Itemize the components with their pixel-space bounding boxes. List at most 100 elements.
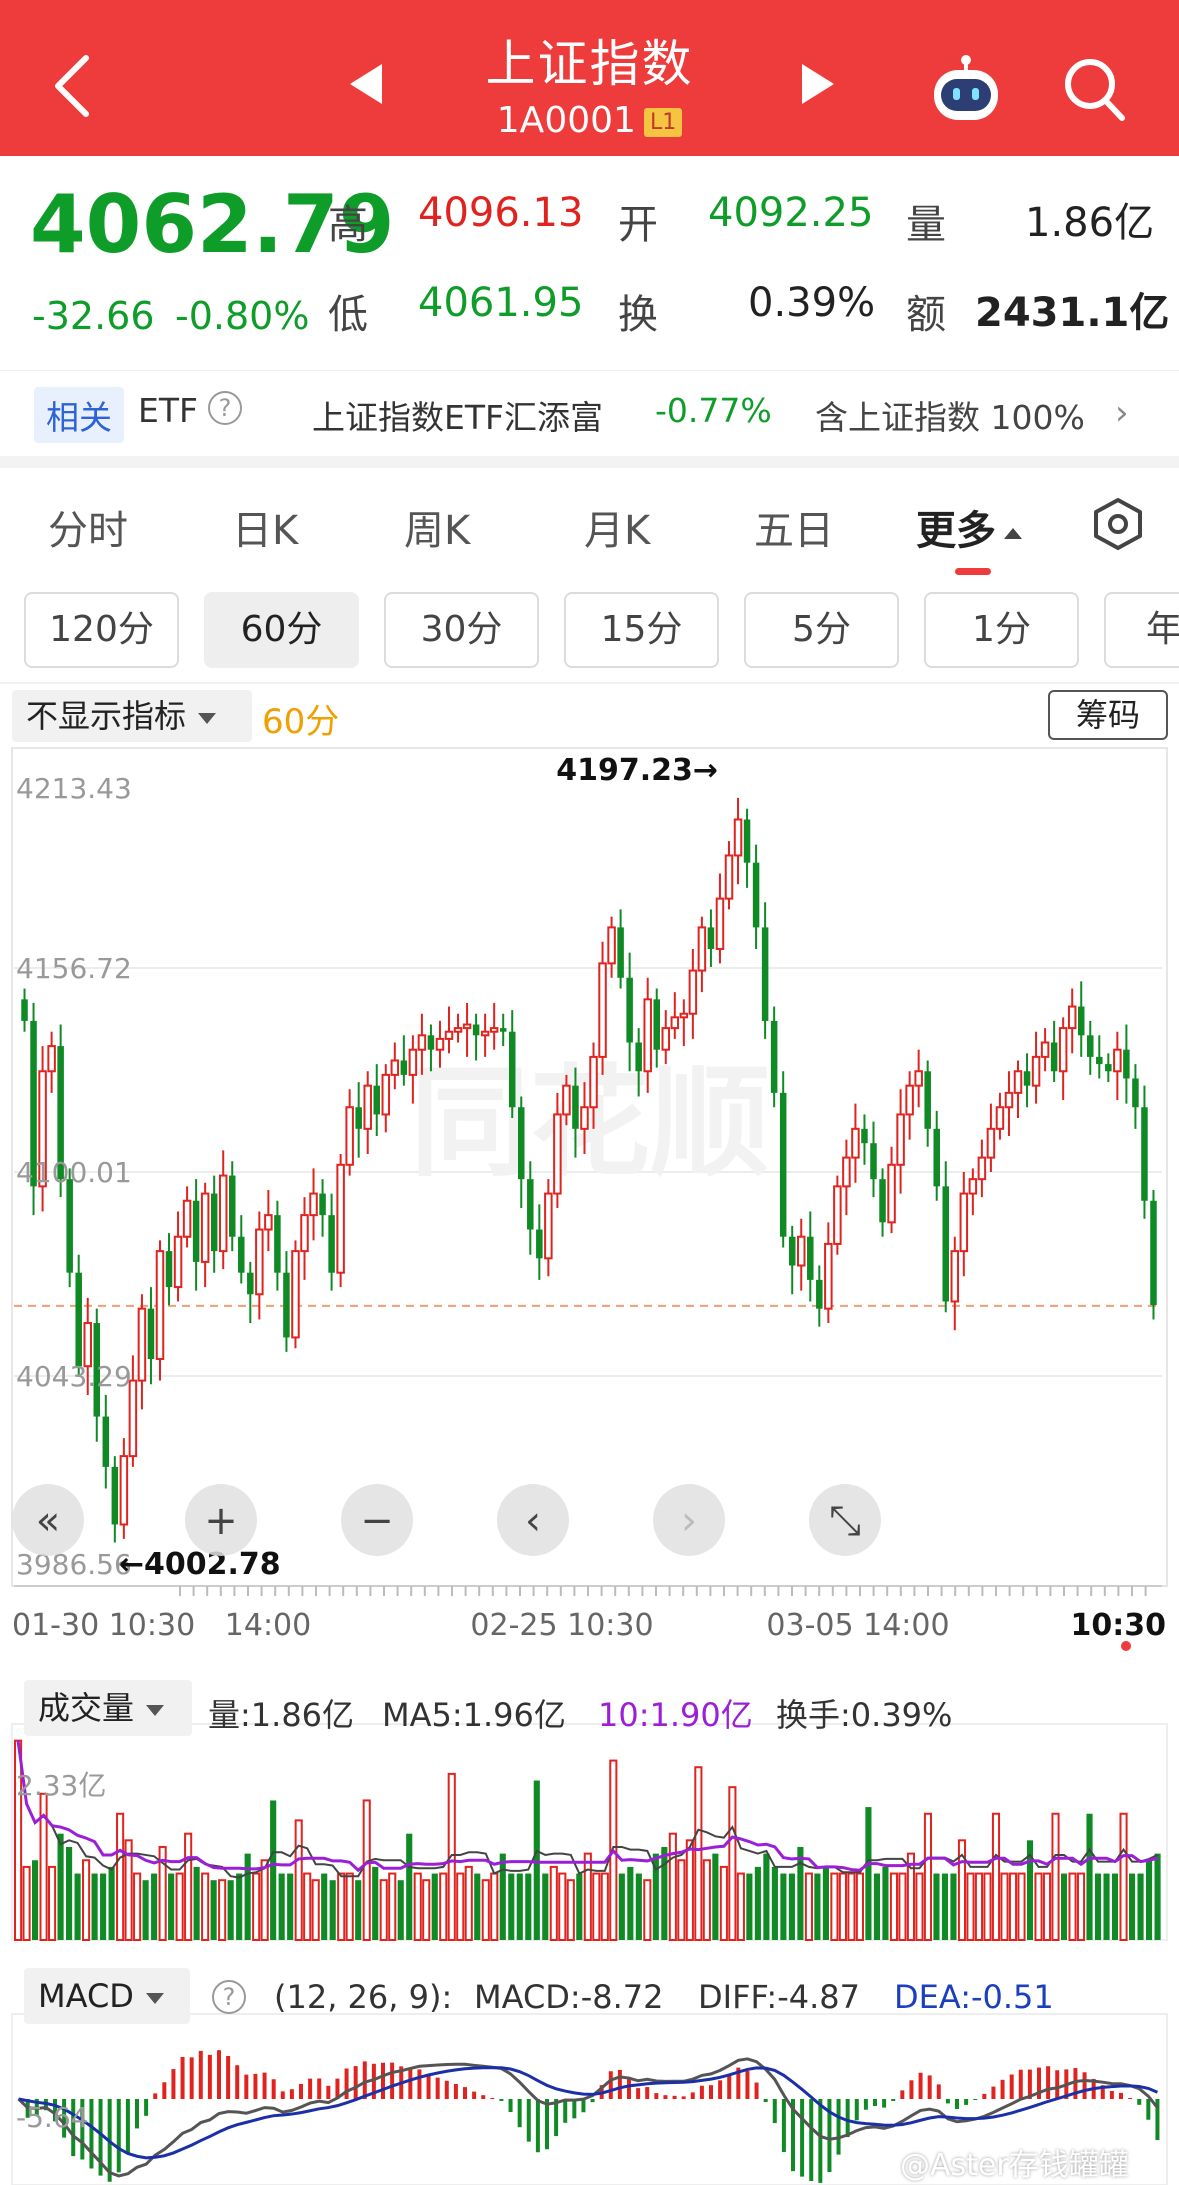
search-icon[interactable] bbox=[1062, 56, 1126, 122]
chart-control-button[interactable]: ‹ bbox=[497, 1484, 569, 1556]
tab-intraday[interactable]: 分时 bbox=[48, 498, 128, 556]
volume-bar-up bbox=[830, 1872, 839, 1941]
tab-daily-k[interactable]: 日K bbox=[232, 498, 298, 556]
chip-1min[interactable]: 1分 bbox=[924, 592, 1079, 668]
chip-year[interactable]: 年 bbox=[1104, 592, 1179, 668]
indicator-select[interactable]: 不显示指标 bbox=[12, 690, 252, 742]
chip-distribution-button[interactable]: 筹码 bbox=[1048, 690, 1168, 740]
candle-body-down bbox=[770, 1020, 778, 1093]
chip-60min[interactable]: 60分 bbox=[204, 592, 359, 668]
chart-control-button[interactable]: › bbox=[653, 1484, 725, 1556]
chart-control-button[interactable]: − bbox=[341, 1484, 413, 1556]
chip-30min[interactable]: 30分 bbox=[384, 592, 539, 668]
macd-params: (12, 26, 9): bbox=[274, 1978, 453, 2016]
volume-bar-down bbox=[933, 1873, 940, 1940]
volume-bar-up bbox=[1119, 1812, 1128, 1942]
volume-bar-up bbox=[252, 1872, 261, 1941]
tab-more[interactable]: 更多 bbox=[916, 498, 1022, 556]
volume-bar-down bbox=[1137, 1873, 1144, 1940]
volume-bar-up bbox=[388, 1872, 397, 1941]
volume-bar-up bbox=[303, 1872, 312, 1941]
volume-bar-up bbox=[549, 1865, 558, 1941]
volume-bar-up bbox=[643, 1879, 652, 1942]
macd-help-icon[interactable]: ? bbox=[212, 1980, 246, 2014]
y-tick-label: 4100.01 bbox=[16, 1156, 132, 1189]
volume-bar-down bbox=[627, 1866, 634, 1940]
chart-control-button[interactable]: + bbox=[185, 1484, 257, 1556]
candle-body-up bbox=[309, 1192, 318, 1217]
volume-ma5: MA5:1.96亿 bbox=[382, 1696, 566, 1734]
volume-select[interactable]: 成交量 bbox=[24, 1680, 192, 1736]
volume-bar-up bbox=[464, 1865, 473, 1941]
volume-bar-up bbox=[838, 1872, 847, 1941]
candle-body-down bbox=[626, 977, 633, 1043]
control-glyph: + bbox=[204, 1498, 238, 1544]
prev-stock-icon[interactable] bbox=[346, 62, 386, 106]
volume-bar-up bbox=[260, 1859, 269, 1941]
volume-bar-down bbox=[1086, 1813, 1093, 1940]
volume-bar-down bbox=[882, 1866, 889, 1940]
volume-bar-down bbox=[397, 1880, 404, 1940]
candle-body-up bbox=[697, 926, 707, 972]
volume-bar-up bbox=[422, 1879, 431, 1942]
chart-control-button[interactable]: « bbox=[12, 1484, 84, 1556]
candle-body-down bbox=[879, 1179, 886, 1223]
volume-bar-up bbox=[201, 1872, 210, 1941]
etf-holding: 含上证指数 100% bbox=[815, 391, 1085, 439]
settings-hexagon-icon[interactable] bbox=[1090, 496, 1146, 552]
chip-5min[interactable]: 5分 bbox=[744, 592, 899, 668]
app-header: 上证指数 1A0001 L1 bbox=[0, 0, 1179, 156]
candle-body-up bbox=[1004, 1091, 1014, 1109]
help-icon[interactable]: ? bbox=[208, 391, 242, 425]
tab-weekly-k[interactable]: 周K bbox=[404, 498, 470, 556]
candle-body-down bbox=[807, 1236, 814, 1280]
volume-bar-down bbox=[474, 1873, 481, 1940]
min-price-annotation: ←4002.78 bbox=[119, 1547, 281, 1582]
candle-body-down bbox=[816, 1279, 823, 1309]
volume-bar-up bbox=[379, 1879, 388, 1942]
volume-bar-up bbox=[116, 1812, 125, 1942]
y-tick-label: 4213.43 bbox=[16, 772, 132, 805]
candle-body-up bbox=[733, 818, 743, 857]
candle-body-down bbox=[75, 1272, 82, 1367]
macd-select[interactable]: MACD bbox=[24, 1968, 190, 2024]
volume-bar-down bbox=[508, 1873, 515, 1940]
chart-control-button[interactable]: ⤡ bbox=[809, 1484, 881, 1556]
related-etf-bar[interactable]: 相关 ETF ? 上证指数ETF汇添富 -0.77% 含上证指数 100% › bbox=[0, 370, 1179, 454]
candle-body-up bbox=[137, 1307, 147, 1382]
chip-15min[interactable]: 15分 bbox=[564, 592, 719, 668]
macd-select-label: MACD bbox=[38, 1977, 134, 2015]
next-stock-icon[interactable] bbox=[798, 62, 838, 106]
volume-bar-down bbox=[712, 1853, 719, 1940]
volume-bar-down bbox=[321, 1873, 328, 1940]
candle-body-down bbox=[788, 1236, 796, 1266]
candle-body-down bbox=[1096, 1056, 1103, 1065]
candle-body-down bbox=[102, 1416, 110, 1467]
volume-bar-down bbox=[635, 1873, 642, 1940]
candle-body-down bbox=[942, 1186, 950, 1302]
volume-bar-up bbox=[694, 1766, 703, 1942]
candle-body-down bbox=[761, 927, 769, 1021]
candle-body-down bbox=[228, 1175, 236, 1237]
volume-bar-down bbox=[499, 1853, 506, 1940]
assistant-robot-icon[interactable] bbox=[928, 52, 1004, 124]
volume-bar-down bbox=[287, 1873, 294, 1940]
candle-body-down bbox=[752, 862, 760, 928]
macd-y-tick: -5.64 bbox=[16, 2101, 88, 2134]
volume-bar-down bbox=[516, 1873, 523, 1940]
candle-body-up bbox=[995, 1106, 1005, 1130]
volume-bar-down bbox=[355, 1880, 362, 1940]
volume-bar-up bbox=[1000, 1872, 1009, 1941]
volume-bar-down bbox=[661, 1846, 668, 1940]
volume-bar-up bbox=[898, 1872, 907, 1941]
chip-120min[interactable]: 120分 bbox=[24, 592, 179, 668]
turnover-value: 0.39% bbox=[748, 280, 876, 326]
candle-body-down bbox=[355, 1107, 362, 1129]
candle-body-down bbox=[518, 1107, 525, 1180]
tab-five-day[interactable]: 五日 bbox=[754, 498, 834, 556]
etf-change-pct: -0.77% bbox=[655, 391, 772, 430]
active-tab-indicator bbox=[955, 568, 991, 575]
tab-monthly-k[interactable]: 月K bbox=[584, 498, 650, 556]
volume-bar-up bbox=[362, 1799, 371, 1942]
y-tick-label: 4043.29 bbox=[16, 1360, 132, 1393]
